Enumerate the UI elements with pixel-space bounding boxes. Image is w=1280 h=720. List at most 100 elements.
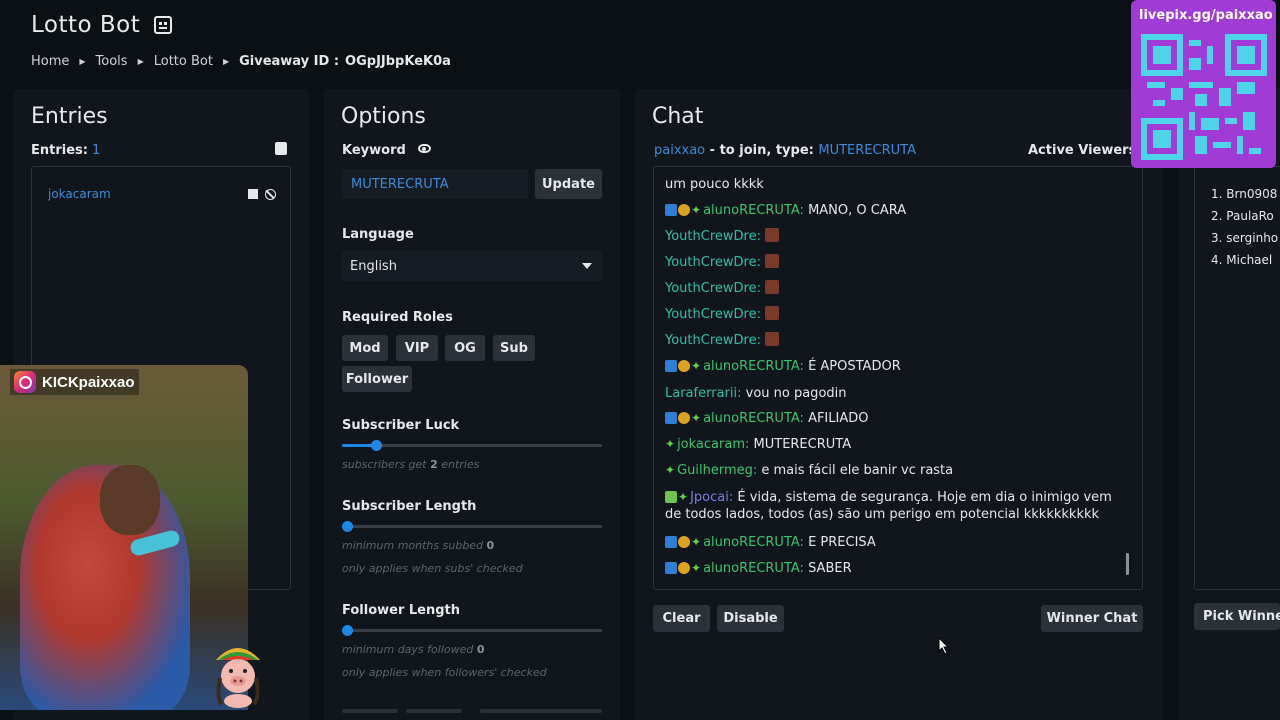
chat-username[interactable]: YouthCrewDre: [665, 255, 761, 270]
entry-actions [248, 188, 276, 200]
chat-message: YouthCrewDre: [665, 280, 1122, 297]
chat-scrollbar[interactable] [1126, 553, 1129, 575]
sparkle-icon: ✦ [665, 463, 676, 477]
chat-username[interactable]: alunoRECRUTA: [703, 535, 804, 550]
brand-handle: KICKpaixxao [42, 373, 135, 391]
entries-title: Entries [31, 104, 108, 129]
sparkle-icon: ✦ [691, 535, 702, 549]
role-sub-button[interactable]: Sub [493, 335, 535, 361]
chevron-right-icon: ▶ [222, 57, 230, 66]
chat-message: ✦ Jpocai: É vida, sistema de segurança. H… [665, 489, 1122, 523]
winner-rank: 1. [1211, 187, 1223, 201]
winner-rank: 4. [1211, 253, 1223, 267]
chat-username[interactable]: YouthCrewDre: [665, 281, 761, 296]
eye-icon[interactable] [418, 144, 431, 153]
stop-icon[interactable] [248, 189, 258, 199]
chat-log[interactable]: um pouco kkkk ✦ alunoRECRUTA: MANO, O CAR… [653, 166, 1143, 590]
message-text: vou no pagodin [745, 386, 847, 401]
winner-name: Brn0908 [1226, 187, 1278, 201]
entries-count: 1 [91, 143, 101, 158]
chat-title: Chat [652, 104, 704, 129]
language-select[interactable]: English [342, 251, 602, 281]
ban-icon[interactable] [265, 188, 276, 200]
role-vip-button[interactable]: VIP [396, 335, 438, 361]
breadcrumb-tools[interactable]: Tools [96, 54, 128, 69]
pick-winner-button[interactable]: Pick Winner [1194, 603, 1280, 630]
chat-username[interactable]: alunoRECRUTA: [703, 359, 804, 374]
copy-icon[interactable] [275, 142, 287, 155]
subscriber-length-slider[interactable] [342, 521, 602, 532]
message-text: um pouco kkkk [665, 177, 764, 192]
keyword-input[interactable] [342, 169, 528, 199]
list-item: jokacaram [48, 187, 276, 201]
update-button[interactable]: Update [535, 169, 602, 199]
role-follower-button[interactable]: Follower [342, 366, 412, 392]
chat-username[interactable]: alunoRECRUTA: [703, 561, 804, 576]
winner-rank: 2. [1211, 209, 1223, 223]
chat-username[interactable]: YouthCrewDre: [665, 333, 761, 348]
chat-username[interactable]: alunoRECRUTA: [703, 411, 804, 426]
divider [480, 709, 602, 713]
emote-icon [765, 306, 780, 320]
badge-icon [665, 536, 677, 548]
subscriber-length-value: 0 [486, 539, 495, 552]
chat-message: ✦ alunoRECRUTA: SABER [665, 560, 1122, 577]
chat-username[interactable]: YouthCrewDre: [665, 307, 761, 322]
qr-url: livepix.gg/paixxao [1139, 8, 1273, 23]
chat-username[interactable]: Guilhermeg: [677, 463, 757, 478]
emote-icon [765, 332, 780, 346]
chat-message: Laraferrarii: vou no pagodin [665, 385, 1122, 402]
winner-name: PaulaRo [1226, 209, 1274, 223]
sparkle-icon: ✦ [691, 411, 702, 425]
message-text: AFILIADO [808, 411, 869, 426]
chat-message: ✦ jokacaram: MUTERECRUTA [665, 436, 1122, 453]
join-text: - to join, type: [709, 143, 814, 158]
subscriber-luck-label: Subscriber Luck [342, 418, 460, 433]
chat-panel: Chat paixxao - to join, type: MUTERECRUT… [635, 89, 1163, 720]
badge-icon [665, 204, 677, 216]
winner-chat-button[interactable]: Winner Chat [1041, 605, 1143, 632]
chat-username[interactable]: Laraferrarii: [665, 386, 741, 401]
options-title: Options [341, 104, 426, 129]
badge-icon [678, 536, 690, 548]
winner-name: Michael [1226, 253, 1273, 267]
chat-message: ✦ alunoRECRUTA: MANO, O CARA [665, 202, 1122, 219]
slider-thumb[interactable] [342, 521, 354, 532]
slider-thumb[interactable] [342, 625, 354, 636]
chat-username[interactable]: alunoRECRUTA: [703, 203, 804, 218]
role-og-button[interactable]: OG [445, 335, 485, 361]
badge-icon [665, 360, 677, 372]
sparkle-icon: ✦ [691, 359, 702, 373]
chat-username[interactable]: Jpocai: [690, 490, 733, 505]
breadcrumb-lotto-bot[interactable]: Lotto Bot [154, 54, 213, 69]
clear-button[interactable]: Clear [653, 605, 710, 632]
subscriber-length-note: only applies when subs' checked [342, 562, 523, 575]
instagram-icon [14, 371, 36, 393]
chat-message: ✦ Guilhermeg: e mais fácil ele banir vc r… [665, 462, 1122, 479]
language-value: English [350, 258, 397, 274]
chat-username[interactable]: jokacaram: [677, 437, 749, 452]
subscriber-luck-slider[interactable] [342, 440, 602, 451]
entry-username[interactable]: jokacaram [48, 187, 111, 201]
role-mod-button[interactable]: Mod [342, 335, 388, 361]
message-text: e mais fácil ele banir vc rasta [761, 463, 954, 478]
slider-thumb[interactable] [370, 440, 382, 451]
divider [406, 709, 462, 713]
hint-text: minimum days followed [342, 643, 474, 656]
follower-length-slider[interactable] [342, 625, 602, 636]
join-keyword: MUTERECRUTA [818, 143, 916, 158]
chat-message: YouthCrewDre: [665, 228, 1122, 245]
chat-username[interactable]: YouthCrewDre: [665, 229, 761, 244]
breadcrumb-home[interactable]: Home [31, 54, 69, 69]
page-header: Lotto Bot Home ▶ Tools ▶ Lotto Bot ▶ Giv… [31, 12, 451, 69]
sparkle-icon: ✦ [678, 490, 689, 504]
streamer-head [100, 465, 160, 535]
channel-name[interactable]: paixxao [654, 143, 705, 158]
disable-button[interactable]: Disable [717, 605, 784, 632]
winners-list: 1. Brn0908 2. PaulaRo 3. serginho 4. Mic… [1194, 166, 1280, 590]
follower-length-label: Follower Length [342, 603, 461, 618]
active-viewers-label: Active Viewers: [1028, 143, 1142, 158]
sparkle-icon: ✦ [691, 203, 702, 217]
entries-label-text: Entries: [31, 143, 88, 158]
donation-qr-overlay: livepix.gg/paixxao [1131, 0, 1276, 168]
